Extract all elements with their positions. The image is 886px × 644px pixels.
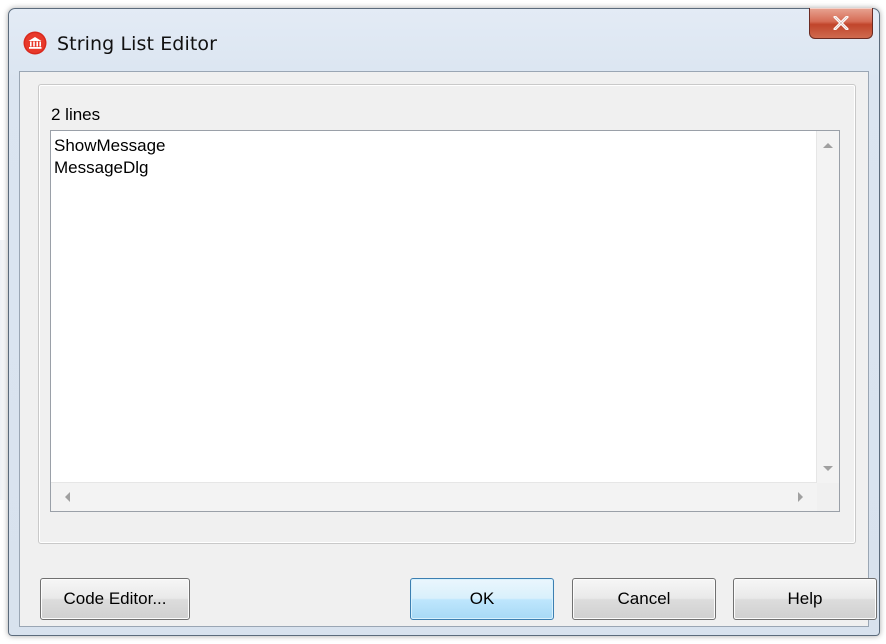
vertical-scrollbar[interactable]: [816, 131, 839, 483]
memo-text[interactable]: ShowMessage MessageDlg: [54, 135, 166, 179]
app-icon: [23, 31, 47, 55]
help-button[interactable]: Help: [733, 578, 877, 620]
close-button[interactable]: [809, 8, 873, 39]
string-list-memo[interactable]: ShowMessage MessageDlg: [50, 130, 840, 512]
horizontal-scrollbar[interactable]: [51, 482, 817, 511]
line-count-label: 2 lines: [51, 105, 101, 124]
close-icon: [833, 16, 849, 30]
window-title: String List Editor: [57, 33, 218, 55]
editor-panel: 2 lines ShowMessage MessageDlg: [38, 84, 856, 544]
dialog-client-area: 2 lines ShowMessage MessageDlg Code Edit…: [19, 71, 877, 627]
code-editor-button[interactable]: Code Editor...: [40, 578, 190, 620]
memo-line: ShowMessage: [54, 136, 166, 155]
title-bar[interactable]: String List Editor: [9, 8, 879, 71]
cancel-button[interactable]: Cancel: [572, 578, 716, 620]
scroll-left-icon[interactable]: [65, 492, 70, 502]
scrollbar-corner: [817, 483, 839, 511]
background-fragment: [0, 240, 8, 500]
ok-button[interactable]: OK: [410, 578, 554, 620]
scroll-down-icon[interactable]: [823, 466, 833, 471]
memo-line: MessageDlg: [54, 158, 149, 177]
string-list-editor-dialog: String List Editor 2 lines ShowMessage M…: [8, 8, 880, 636]
scroll-right-icon[interactable]: [798, 492, 803, 502]
scroll-up-icon[interactable]: [823, 143, 833, 148]
